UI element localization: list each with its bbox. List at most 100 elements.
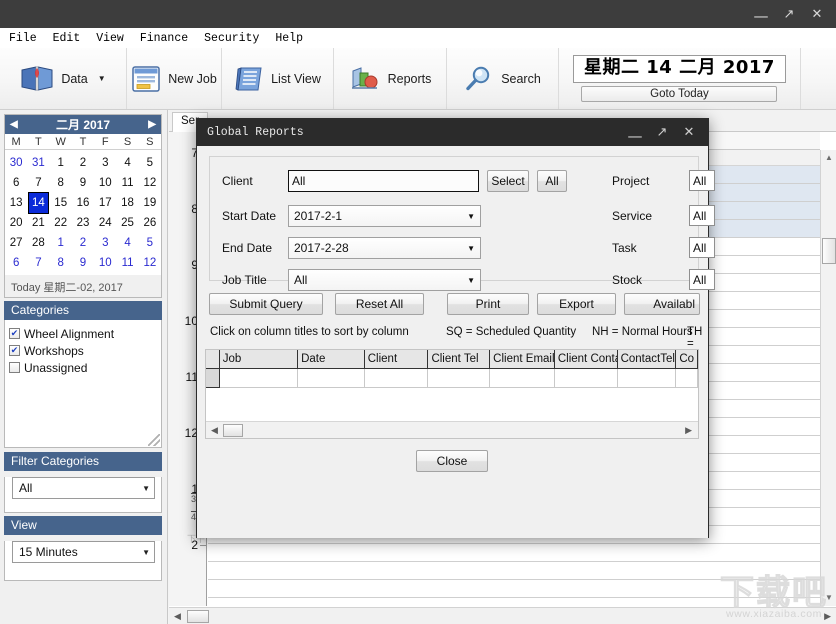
table-row[interactable]	[206, 369, 698, 388]
calendar-day[interactable]: 13	[5, 193, 27, 213]
menu-security[interactable]: Security	[204, 32, 268, 45]
client-select-button[interactable]: Select	[487, 170, 529, 192]
dialog-maximize-icon[interactable]: ↗	[649, 120, 675, 145]
calendar-day[interactable]: 12	[139, 173, 161, 193]
toolbar-button-search[interactable]: Search	[447, 48, 559, 109]
calendar-day[interactable]: 30	[5, 153, 27, 173]
grid-scroll-right-icon[interactable]: ▶	[685, 425, 692, 436]
results-grid[interactable]: Job Date Client Client Tel Client Email …	[205, 349, 699, 439]
export-button[interactable]: Export	[537, 293, 616, 315]
calendar-day[interactable]: 18	[116, 193, 138, 213]
calendar-day[interactable]: 9	[72, 253, 94, 273]
grid-column-header[interactable]: Co	[676, 350, 698, 369]
grid-cell[interactable]	[490, 369, 555, 388]
calendar-day[interactable]: 5	[139, 153, 161, 173]
grid-column-header[interactable]: Client	[365, 350, 429, 369]
reset-all-button[interactable]: Reset All	[335, 293, 424, 315]
chevron-down-icon[interactable]: ▼	[98, 74, 106, 83]
calendar-day[interactable]: 9	[72, 173, 94, 193]
grid-column-header[interactable]: Date	[298, 350, 365, 369]
service-input[interactable]: All	[689, 205, 715, 226]
filter-categories-select[interactable]: All ▼	[12, 477, 155, 499]
calendar-day[interactable]: 8	[50, 253, 72, 273]
calendar-day[interactable]: 16	[72, 193, 94, 213]
calendar-day[interactable]: 4	[116, 153, 138, 173]
goto-today-button[interactable]: Goto Today	[581, 86, 777, 102]
row-selector-cell[interactable]	[206, 369, 220, 388]
grid-cell[interactable]	[428, 369, 490, 388]
grid-column-header[interactable]: Job	[220, 350, 298, 369]
schedule-vertical-scrollbar[interactable]: ▲ ▼	[820, 150, 836, 606]
client-input[interactable]: All	[288, 170, 479, 192]
toolbar-button-list-view[interactable]: List View	[222, 48, 334, 109]
scroll-up-icon[interactable]: ▲	[824, 153, 834, 163]
start-date-select[interactable]: 2017-2-1 ▼	[288, 205, 481, 227]
calendar-day[interactable]: 28	[27, 233, 49, 253]
calendar-day[interactable]: 10	[94, 253, 116, 273]
calendar-day[interactable]: 7	[27, 253, 49, 273]
calendar-day[interactable]: 1	[50, 233, 72, 253]
category-item-wheel-alignment[interactable]: ✔ Wheel Alignment	[9, 325, 161, 342]
calendar-day[interactable]: 7	[27, 173, 49, 193]
menu-edit[interactable]: Edit	[53, 32, 90, 45]
view-interval-select[interactable]: 15 Minutes ▼	[12, 541, 155, 563]
resize-grip-icon[interactable]	[148, 434, 160, 446]
calendar-day[interactable]: 1	[50, 153, 72, 173]
calendar-day[interactable]: 20	[5, 213, 27, 233]
chevron-down-icon[interactable]: ▼	[142, 548, 150, 557]
dialog-close-button[interactable]: Close	[416, 450, 488, 472]
scroll-down-icon[interactable]: ▼	[824, 593, 834, 603]
menu-help[interactable]: Help	[275, 32, 312, 45]
stock-input[interactable]: All	[689, 269, 715, 290]
calendar-day[interactable]: 24	[94, 213, 116, 233]
grid-column-header[interactable]: Client Tel	[428, 350, 490, 369]
calendar-day-selected[interactable]: 14	[29, 193, 48, 213]
category-item-unassigned[interactable]: Unassigned	[9, 359, 161, 376]
menu-view[interactable]: View	[96, 32, 133, 45]
grid-column-header[interactable]: ContactTel	[618, 350, 677, 369]
grid-column-header[interactable]: Client Contac	[555, 350, 618, 369]
grid-cell[interactable]	[555, 369, 618, 388]
close-icon[interactable]: ✕	[804, 1, 830, 27]
chevron-down-icon[interactable]: ▼	[467, 276, 475, 285]
scroll-left-icon[interactable]: ◀	[174, 611, 181, 622]
grid-cell[interactable]	[365, 369, 429, 388]
toolbar-button-data[interactable]: Data ▼	[0, 48, 127, 109]
calendar-day[interactable]: 12	[139, 253, 161, 273]
horizontal-scroll-thumb[interactable]	[187, 610, 209, 623]
grid-cell[interactable]	[676, 369, 698, 388]
checkbox-unchecked-icon[interactable]	[9, 362, 20, 373]
schedule-slot[interactable]	[208, 562, 820, 580]
scroll-right-icon[interactable]: ▶	[824, 611, 831, 622]
menu-finance[interactable]: Finance	[140, 32, 197, 45]
calendar-day[interactable]: 3	[94, 233, 116, 253]
chevron-down-icon[interactable]: ▼	[142, 484, 150, 493]
task-input[interactable]: All	[689, 237, 715, 258]
grid-scroll-thumb[interactable]	[223, 424, 243, 437]
calendar-day[interactable]: 21	[27, 213, 49, 233]
calendar-day[interactable]: 10	[94, 173, 116, 193]
client-all-button[interactable]: All	[537, 170, 567, 192]
calendar-day[interactable]: 19	[139, 193, 161, 213]
checkbox-checked-icon[interactable]: ✔	[9, 345, 20, 356]
toolbar-button-new-job[interactable]: New Job	[127, 48, 222, 109]
grid-scroll-left-icon[interactable]: ◀	[211, 425, 218, 436]
calendar-day[interactable]: 3	[94, 153, 116, 173]
calendar-day[interactable]: 22	[50, 213, 72, 233]
calendar-day[interactable]: 2	[72, 153, 94, 173]
grid-cell[interactable]	[618, 369, 677, 388]
available-button[interactable]: Availabl	[624, 293, 700, 315]
category-item-workshops[interactable]: ✔ Workshops	[9, 342, 161, 359]
menu-file[interactable]: File	[9, 32, 46, 45]
calendar-day[interactable]: 31	[27, 153, 49, 173]
schedule-slot[interactable]	[208, 544, 820, 562]
end-date-select[interactable]: 2017-2-28 ▼	[288, 237, 481, 259]
project-input[interactable]: All	[689, 170, 715, 191]
calendar-day[interactable]: 11	[116, 253, 138, 273]
calendar-day[interactable]: 25	[116, 213, 138, 233]
maximize-icon[interactable]: ↗	[776, 1, 802, 27]
minimize-icon[interactable]: —	[748, 1, 774, 27]
calendar-day[interactable]: 4	[116, 233, 138, 253]
grid-cell[interactable]	[220, 369, 298, 388]
calendar-day[interactable]: 8	[50, 173, 72, 193]
